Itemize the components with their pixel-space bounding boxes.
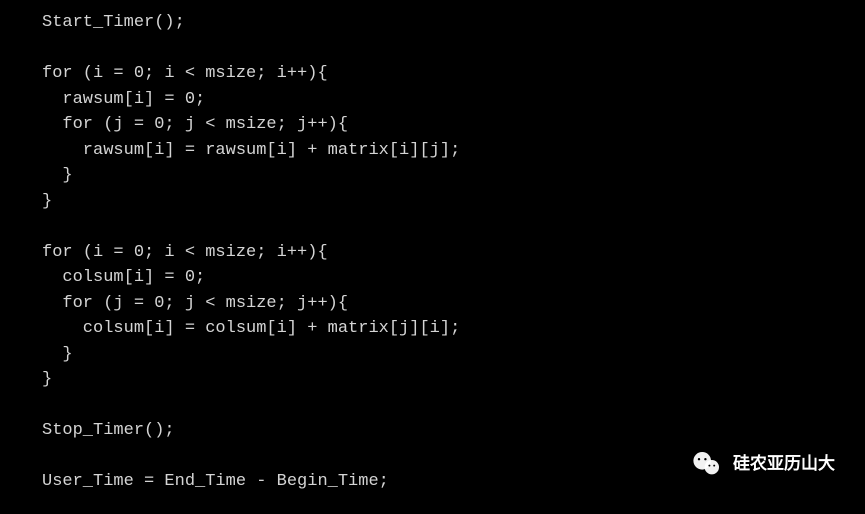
code-block: Start_Timer(); for (i = 0; i < msize; i+…	[42, 10, 865, 495]
code-content: Start_Timer(); for (i = 0; i < msize; i+…	[42, 13, 460, 491]
watermark-text: 硅农亚历山大	[733, 451, 835, 477]
watermark: 硅农亚历山大	[691, 448, 835, 480]
wechat-icon	[691, 448, 723, 480]
